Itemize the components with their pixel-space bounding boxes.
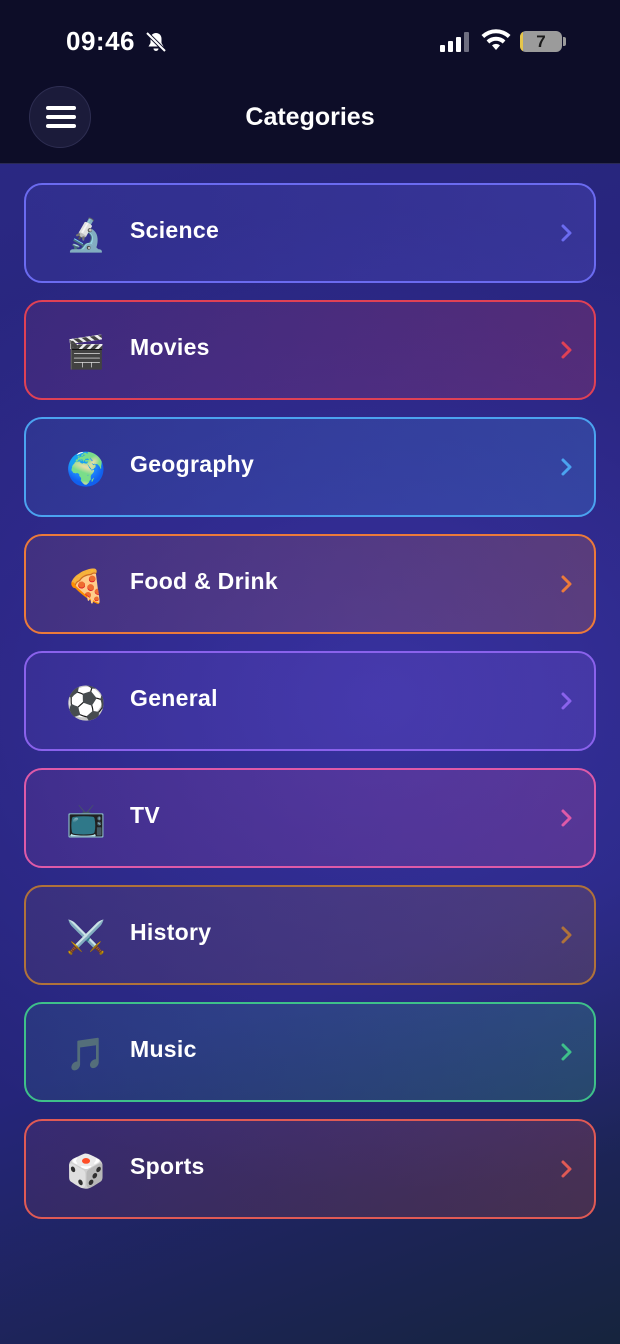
category-label: General (130, 685, 218, 711)
category-card[interactable]: 🍕 Food & Drink (24, 534, 596, 634)
chevron-right-icon (561, 1043, 572, 1061)
television-icon: 📺 (66, 801, 106, 839)
category-label: Sports (130, 1153, 205, 1179)
music-note-icon: 🎵 (66, 1035, 106, 1073)
battery-icon: 7 (520, 31, 562, 52)
status-time: 09:46 (66, 26, 135, 56)
category-list: 🔬 Science 🎬 Movies 🌍 Geography 🍕 Food & Drink ⚽ G… (24, 183, 596, 1236)
category-card[interactable]: 🌍 Geography (24, 417, 596, 517)
cellular-signal-icon (440, 32, 469, 52)
microscope-icon: 🔬 (66, 216, 106, 254)
pizza-icon: 🍕 (66, 567, 106, 605)
page-title: Categories (245, 103, 375, 131)
chevron-right-icon (561, 809, 572, 827)
chevron-right-icon (561, 341, 572, 359)
chevron-right-icon (561, 926, 572, 944)
crossed-swords-icon: ⚔️ (66, 918, 106, 956)
category-label: Geography (130, 451, 255, 477)
screen: 09:46 7 Categories 🔬 Science 🎬 Movies 🌍 … (0, 0, 620, 1344)
category-card[interactable]: 🎲 Sports (24, 1119, 596, 1219)
category-label: Science (130, 217, 220, 243)
wifi-icon (481, 29, 511, 50)
status-bar: 09:46 7 (0, 0, 620, 84)
category-label: TV (130, 802, 160, 828)
category-card[interactable]: ⚽ General (24, 651, 596, 751)
nav-bar: Categories (0, 84, 620, 164)
category-label: Food & Drink (130, 568, 278, 594)
battery-tip (563, 37, 566, 46)
clapper-board-icon: 🎬 (66, 333, 106, 371)
category-label: Movies (130, 334, 210, 360)
category-label: History (130, 919, 212, 945)
chevron-right-icon (561, 692, 572, 710)
category-card[interactable]: 🔬 Science (24, 183, 596, 283)
chevron-right-icon (561, 575, 572, 593)
chevron-right-icon (561, 224, 572, 242)
category-card[interactable]: ⚔️ History (24, 885, 596, 985)
category-card[interactable]: 🎵 Music (24, 1002, 596, 1102)
dice-icon: 🎲 (66, 1152, 106, 1190)
battery-level: 7 (536, 32, 546, 51)
category-label: Music (130, 1036, 197, 1062)
soccer-ball-icon: ⚽ (66, 684, 106, 722)
category-card[interactable]: 📺 TV (24, 768, 596, 868)
bell-slash-icon (145, 31, 167, 53)
globe-icon: 🌍 (66, 450, 106, 488)
category-card[interactable]: 🎬 Movies (24, 300, 596, 400)
chevron-right-icon (561, 1160, 572, 1178)
chevron-right-icon (561, 458, 572, 476)
